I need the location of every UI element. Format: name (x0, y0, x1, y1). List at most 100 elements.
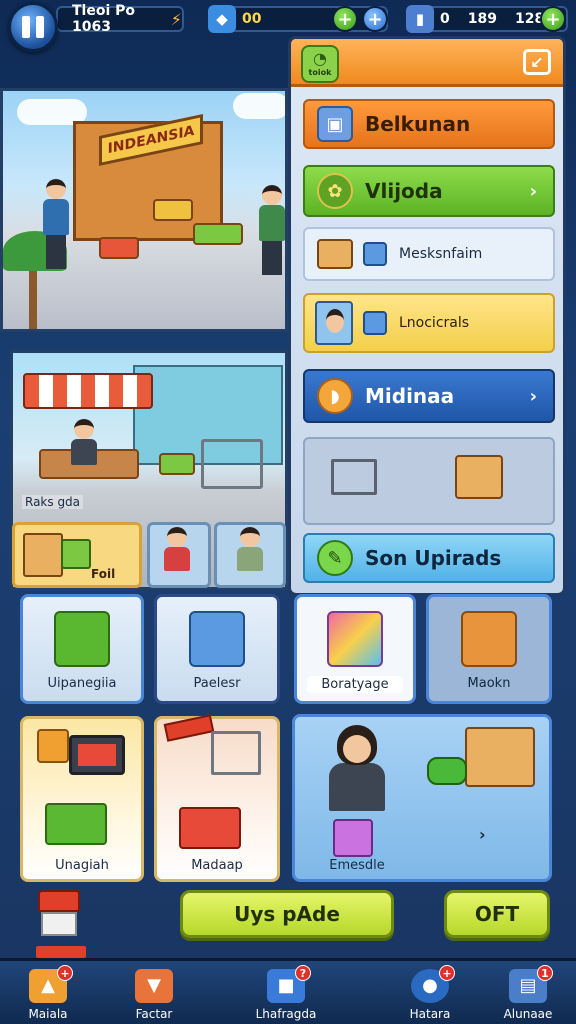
nav-item-alunaae[interactable]: ▤ 1 Alunaae (480, 965, 576, 1024)
globe-icon: ● + (411, 965, 455, 1003)
item-card-boratyage[interactable]: Boratyage (294, 594, 416, 704)
item-card-label: Maokn (467, 676, 511, 691)
cash-counter: ▮ 0 189 1281 + (406, 5, 568, 33)
market-icon: ▲ + (29, 965, 73, 1003)
boost-icon: ⚡ (170, 9, 182, 29)
management-panel: ◔ toiok ↙ ▣ Belkunan ✿ Vlijoda › Mesksnf… (288, 36, 566, 596)
hand-icon (427, 757, 467, 785)
staff-card-2[interactable] (214, 522, 286, 588)
cube-icon: ■? (267, 965, 311, 1003)
nav-label: Factar (135, 1007, 173, 1021)
purple-cube-icon (333, 819, 373, 857)
gems-icon: ◆ (208, 5, 236, 33)
item-card-madaap[interactable]: Madaap (154, 714, 280, 882)
gems-value: 00 (242, 11, 262, 27)
pause-icon (22, 16, 30, 38)
menu-row-belkunan[interactable]: ▣ Belkunan (303, 99, 555, 149)
item-card-paelesr[interactable]: Paelesr (154, 594, 280, 704)
boxes-icon (23, 533, 63, 577)
cashier-character (71, 419, 97, 479)
produce-crate (193, 223, 243, 245)
horn-icon: ◗ (317, 378, 353, 414)
add-gems-alt-button[interactable]: + (362, 6, 388, 32)
menu-row-mesksnfaim[interactable]: Mesksnfaim (303, 227, 555, 281)
nav-item-hatara[interactable]: ● + Hatara (382, 965, 478, 1024)
laptop-icon (69, 735, 125, 775)
inventory-preview[interactable] (303, 437, 555, 525)
menu-row-midinaa[interactable]: ◗ Midinaa › (303, 369, 555, 423)
machine-icon (189, 611, 245, 667)
item-card-label: Unagiah (55, 858, 109, 873)
nav-label: Lhafragda (255, 1007, 317, 1021)
produce-crate (99, 237, 139, 259)
panel-header: ◔ toiok ↙ (291, 39, 563, 87)
notification-badge: 1 (537, 965, 553, 981)
machine-icon: ▣ (317, 106, 353, 142)
sale-sign-icon (163, 714, 215, 742)
supplies-card[interactable]: Foil (12, 522, 142, 588)
green-box-icon (45, 803, 107, 845)
palm-tree (29, 261, 37, 329)
chevron-right-icon: › (529, 180, 537, 202)
nav-item-lhafragda[interactable]: ■? Lhafragda (238, 965, 334, 1024)
nav-item-maiala[interactable]: ▲ + Maiala (0, 965, 96, 1024)
market-stall-scene[interactable]: INDEANSIA (0, 88, 288, 332)
item-card-label: Paelesr (193, 676, 241, 691)
menu-row-label: Midinaa (365, 384, 455, 408)
produce-crate (159, 453, 195, 475)
item-card-label: Emesdle (329, 858, 385, 873)
item-card-unagiah[interactable]: Unagiah (20, 716, 144, 882)
menu-row-label: Son Upirads (365, 546, 502, 570)
notification-badge: ? (295, 965, 311, 981)
gift-cube-icon (327, 611, 383, 667)
close-icon: ↙ (530, 52, 544, 72)
box-icon (455, 455, 503, 499)
primary-action-button[interactable]: Uys pAde (180, 890, 394, 938)
item-card-maokn[interactable]: Maokn (426, 594, 552, 704)
nav-label: Alunaae (503, 1007, 553, 1021)
manager-character (327, 725, 387, 817)
staff-card-1[interactable] (147, 522, 211, 588)
cash-icon: ▮ (406, 5, 434, 33)
panel-logo: ◔ toiok (301, 45, 339, 83)
menu-row-label: Belkunan (365, 112, 471, 136)
chevron-right-icon: › (529, 385, 537, 407)
staff-character (237, 527, 263, 587)
shopping-cart-icon (331, 459, 377, 495)
factory-icon: ▼ (135, 969, 173, 1003)
vendor-character (259, 185, 285, 275)
produce-crate (153, 199, 193, 221)
menu-row-vlijoda[interactable]: ✿ Vlijoda › (303, 165, 555, 217)
notification-badge: + (439, 965, 455, 981)
gift-box-icon (461, 611, 517, 667)
bottom-navigation: ▲ + Maiala ▼ Factar ■? Lhafragda ● + Hatar… (0, 958, 576, 1024)
menu-row-label: Vlijoda (365, 179, 443, 203)
add-cash-button[interactable]: + (540, 6, 566, 32)
manager-avatar (315, 301, 353, 345)
globe-icon: ✿ (317, 173, 353, 209)
shop-icon[interactable] (38, 890, 80, 944)
nav-item-factar[interactable]: ▼ Factar (106, 965, 202, 1024)
menu-row-label: Lnocicrals (399, 315, 470, 331)
pause-button[interactable] (8, 2, 58, 52)
boxes-icon (465, 727, 535, 787)
scene-caption: Raks gda (22, 495, 84, 509)
item-card-label: Madaap (191, 858, 243, 873)
add-gems-button[interactable]: + (332, 6, 358, 32)
item-card-label: Boratyage (307, 676, 403, 693)
green-crate-icon (54, 611, 110, 667)
chevron-right-icon: › (479, 825, 486, 844)
supplies-card-label: Foil (91, 567, 116, 581)
close-button[interactable]: ↙ (523, 49, 551, 75)
panel-logo-text: toiok (308, 68, 332, 77)
menu-row-lnocicrals[interactable]: Lnocicrals (303, 293, 555, 353)
shop-upgrades-button[interactable]: ✎ Son Upirads (303, 533, 555, 583)
top-bar: Tleoi Po 1063 ⚡ ◆ 00 + + ▮ 0 189 1281 + (0, 0, 576, 52)
secondary-action-button[interactable]: OFT (444, 890, 550, 938)
manager-offer-card[interactable]: › Emesdle (292, 714, 552, 882)
item-card-uipanegiia[interactable]: Uipanegiia (20, 594, 144, 704)
player-title-pill: Tleoi Po 1063 ⚡ (56, 3, 184, 35)
shopper-character (43, 179, 69, 269)
vegetables-icon (61, 539, 91, 569)
cloud (233, 93, 285, 119)
